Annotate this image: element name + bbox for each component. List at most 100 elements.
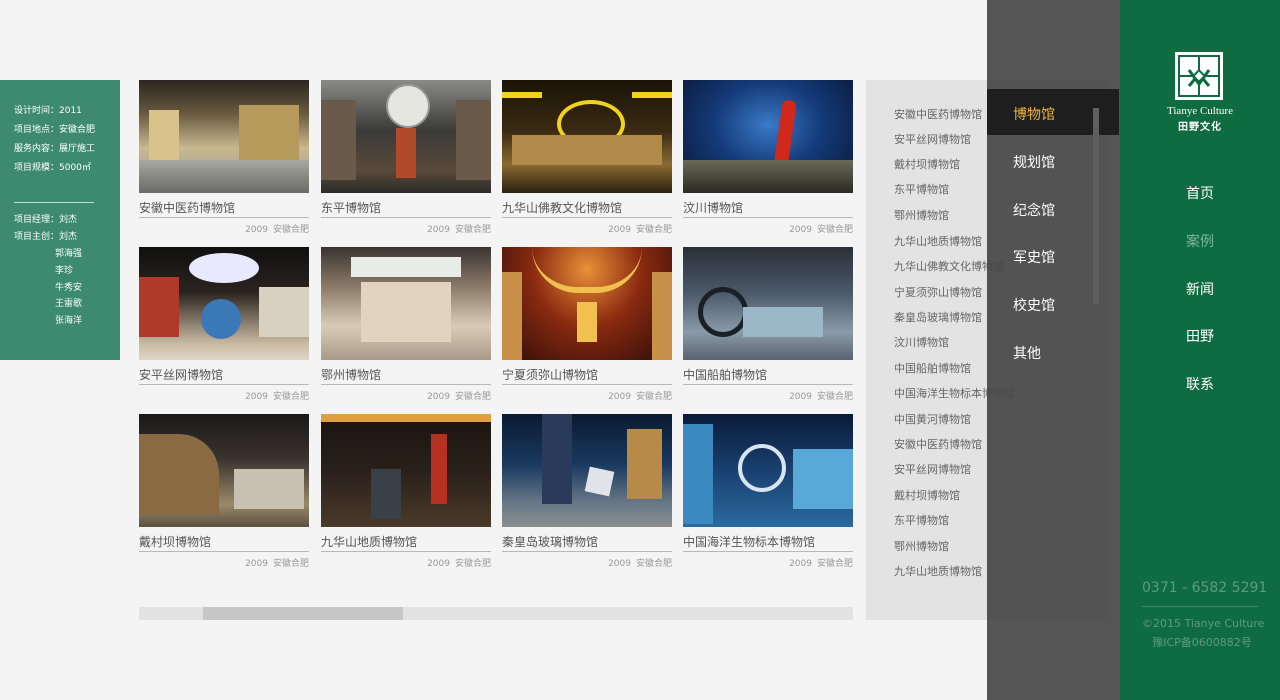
project-title[interactable]: 九华山佛教文化博物馆	[502, 199, 622, 216]
brand-name-en: Tianye Culture	[1167, 105, 1233, 117]
project-location: 安徽合肥	[272, 225, 309, 235]
project-title[interactable]: 汶川博物馆	[683, 199, 743, 216]
museum-list-item[interactable]: 戴村坝博物馆	[894, 487, 960, 503]
info-design-time: 设计时间：2011	[14, 106, 82, 116]
info-member: 郭海强	[55, 249, 83, 259]
museum-list-item[interactable]: 宁夏须弥山博物馆	[894, 284, 982, 300]
card-divider	[139, 551, 309, 552]
card-divider	[502, 551, 672, 552]
category-military-history[interactable]: 军史馆	[1013, 247, 1055, 267]
tianye-logo-icon[interactable]	[1175, 52, 1223, 100]
horizontal-scrollbar[interactable]	[139, 607, 853, 620]
project-title[interactable]: 戴村坝博物馆	[139, 533, 211, 550]
info-member: 张海洋	[55, 316, 83, 326]
project-thumbnail[interactable]	[683, 414, 853, 527]
project-thumbnail[interactable]	[502, 247, 672, 360]
project-title[interactable]: 九华山地质博物馆	[321, 533, 417, 550]
nav-news[interactable]: 新闻	[1120, 279, 1280, 299]
project-location: 安徽合肥	[635, 225, 672, 235]
project-card[interactable]: 秦皇岛玻璃博物馆 2009 安徽合肥	[502, 414, 672, 569]
project-card[interactable]: 汶川博物馆 2009 安徽合肥	[683, 80, 853, 235]
nav-cases[interactable]: 案例	[1120, 231, 1280, 251]
project-thumbnail[interactable]	[139, 80, 309, 193]
project-meta: 2009 安徽合肥	[427, 556, 491, 569]
copyright-text: ©2015 Tianye Culture	[1142, 617, 1265, 630]
project-title[interactable]: 安徽中医药博物馆	[139, 199, 235, 216]
museum-list-item[interactable]: 汶川博物馆	[894, 334, 949, 350]
project-year: 2009	[427, 225, 450, 235]
museum-list-item[interactable]: 鄂州博物馆	[894, 207, 949, 223]
project-card[interactable]: 九华山地质博物馆 2009 安徽合肥	[321, 414, 491, 569]
museum-list-item[interactable]: 秦皇岛玻璃博物馆	[894, 309, 982, 325]
project-year: 2009	[608, 559, 631, 569]
project-card[interactable]: 九华山佛教文化博物馆 2009 安徽合肥	[502, 80, 672, 235]
project-card[interactable]: 安徽中医药博物馆 2009 安徽合肥	[139, 80, 309, 235]
project-thumbnail[interactable]	[139, 247, 309, 360]
project-thumbnail[interactable]	[502, 414, 672, 527]
card-divider	[139, 217, 309, 218]
project-meta: 2009 安徽合肥	[789, 389, 853, 402]
museum-list-item[interactable]: 东平博物馆	[894, 512, 949, 528]
nav-contact[interactable]: 联系	[1120, 374, 1280, 394]
project-meta: 2009 安徽合肥	[789, 556, 853, 569]
info-location: 项目地点：安徽合肥	[14, 125, 96, 135]
project-year: 2009	[789, 225, 812, 235]
project-card[interactable]: 中国船舶博物馆 2009 安徽合肥	[683, 247, 853, 402]
category-vertical-scrollbar[interactable]	[1093, 108, 1099, 304]
museum-list-item[interactable]: 安平丝网博物馆	[894, 461, 971, 477]
category-planning-hall[interactable]: 规划馆	[1013, 152, 1055, 172]
scrollbar-thumb[interactable]	[203, 607, 403, 620]
project-card[interactable]: 安平丝网博物馆 2009 安徽合肥	[139, 247, 309, 402]
project-location: 安徽合肥	[454, 225, 491, 235]
category-memorial-hall[interactable]: 纪念馆	[1013, 200, 1055, 220]
project-meta: 2009 安徽合肥	[245, 556, 309, 569]
card-divider	[321, 217, 491, 218]
project-location: 安徽合肥	[454, 559, 491, 569]
category-school-history[interactable]: 校史馆	[1013, 295, 1055, 315]
project-thumbnail[interactable]	[139, 414, 309, 527]
museum-list-item[interactable]: 中国船舶博物馆	[894, 360, 971, 376]
project-card[interactable]: 宁夏须弥山博物馆 2009 安徽合肥	[502, 247, 672, 402]
museum-list-item[interactable]: 九华山地质博物馆	[894, 563, 982, 579]
project-title[interactable]: 鄂州博物馆	[321, 366, 381, 383]
museum-list-item[interactable]: 戴村坝博物馆	[894, 156, 960, 172]
museum-list-item[interactable]: 安徽中医药博物馆	[894, 106, 982, 122]
project-location: 安徽合肥	[816, 225, 853, 235]
category-museum[interactable]: 博物馆	[1013, 104, 1055, 124]
info-manager: 项目经理：刘杰	[14, 215, 78, 225]
project-thumbnail[interactable]	[321, 247, 491, 360]
project-title[interactable]: 中国船舶博物馆	[683, 366, 767, 383]
project-card[interactable]: 戴村坝博物馆 2009 安徽合肥	[139, 414, 309, 569]
category-other[interactable]: 其他	[1013, 343, 1041, 363]
museum-list-item[interactable]: 安徽中医药博物馆	[894, 436, 982, 452]
project-title[interactable]: 安平丝网博物馆	[139, 366, 223, 383]
project-thumbnail[interactable]	[321, 80, 491, 193]
museum-list-item[interactable]: 东平博物馆	[894, 181, 949, 197]
project-location: 安徽合肥	[635, 559, 672, 569]
project-meta: 2009 安徽合肥	[245, 389, 309, 402]
info-scale: 项目规模：5000㎡	[14, 163, 91, 173]
project-card[interactable]: 鄂州博物馆 2009 安徽合肥	[321, 247, 491, 402]
project-title[interactable]: 宁夏须弥山博物馆	[502, 366, 598, 383]
project-thumbnail[interactable]	[683, 80, 853, 193]
project-thumbnail[interactable]	[502, 80, 672, 193]
project-thumbnail[interactable]	[683, 247, 853, 360]
museum-list-item[interactable]: 鄂州博物馆	[894, 538, 949, 554]
info-divider	[14, 202, 94, 203]
museum-list-item[interactable]: 中国黄河博物馆	[894, 411, 971, 427]
project-location: 安徽合肥	[454, 392, 491, 402]
project-title[interactable]: 东平博物馆	[321, 199, 381, 216]
project-card[interactable]: 东平博物馆 2009 安徽合肥	[321, 80, 491, 235]
museum-list-item[interactable]: 九华山地质博物馆	[894, 233, 982, 249]
project-thumbnail[interactable]	[321, 414, 491, 527]
project-title[interactable]: 中国海洋生物标本博物馆	[683, 533, 815, 550]
project-title[interactable]: 秦皇岛玻璃博物馆	[502, 533, 598, 550]
project-year: 2009	[789, 392, 812, 402]
museum-list-item[interactable]: 安平丝网博物馆	[894, 131, 971, 147]
card-divider	[683, 551, 853, 552]
card-divider	[321, 384, 491, 385]
project-card[interactable]: 中国海洋生物标本博物馆 2009 安徽合肥	[683, 414, 853, 569]
nav-home[interactable]: 首页	[1120, 183, 1280, 203]
nav-tianye[interactable]: 田野	[1120, 326, 1280, 346]
project-location: 安徽合肥	[635, 392, 672, 402]
